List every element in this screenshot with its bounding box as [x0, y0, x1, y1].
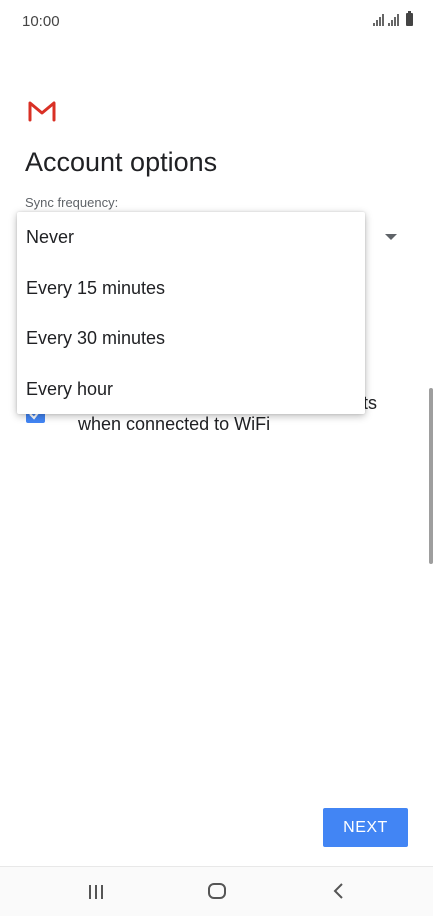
- sync-frequency-dropdown-menu: Never Every 15 minutes Every 30 minutes …: [17, 212, 365, 414]
- gmail-logo-icon: [28, 101, 56, 122]
- home-icon[interactable]: [208, 883, 226, 899]
- dropdown-option-15-min[interactable]: Every 15 minutes: [17, 263, 365, 314]
- page-title: Account options: [25, 147, 218, 177]
- status-time: 10:00: [22, 13, 60, 30]
- dropdown-option-never[interactable]: Never: [17, 212, 365, 263]
- dropdown-option-hour[interactable]: Every hour: [17, 364, 365, 415]
- navigation-bar: [0, 866, 433, 916]
- cellular-signal-icon: [388, 14, 399, 26]
- wifi-signal-icon: [373, 14, 384, 26]
- recents-icon[interactable]: [89, 885, 103, 899]
- status-icons: [373, 11, 413, 26]
- dropdown-option-30-min[interactable]: Every 30 minutes: [17, 313, 365, 364]
- checkbox-label: when connected to WiFi: [78, 414, 271, 434]
- checkbox-label-tail: ts: [363, 393, 378, 413]
- sync-frequency-label: Sync frequency:: [25, 195, 119, 210]
- back-icon[interactable]: [332, 882, 344, 900]
- next-button[interactable]: NEXT: [323, 808, 408, 847]
- status-bar: 10:00: [0, 0, 433, 44]
- dropdown-arrow-icon[interactable]: [385, 234, 397, 240]
- battery-icon: [406, 11, 413, 26]
- scrollbar[interactable]: [429, 388, 433, 564]
